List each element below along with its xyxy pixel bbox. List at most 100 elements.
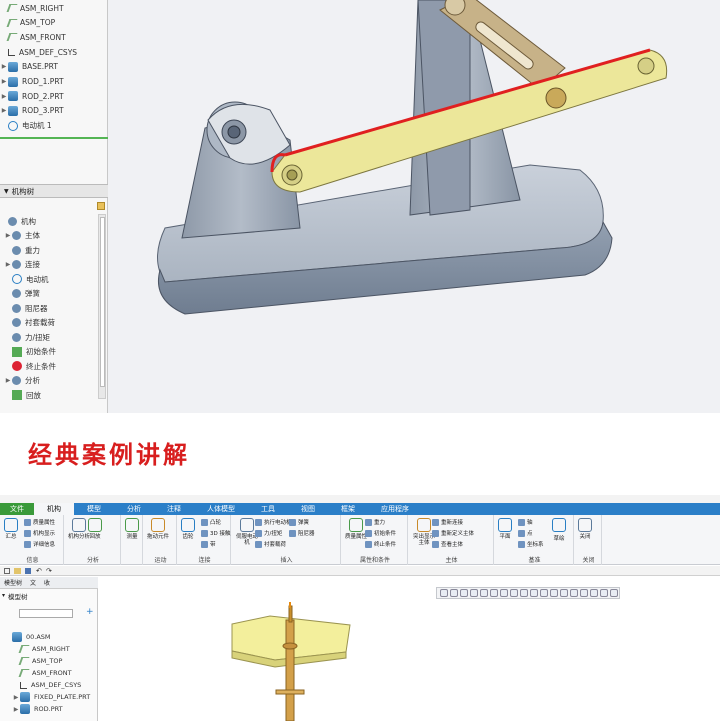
collapse-icon[interactable]: ▼ bbox=[4, 188, 9, 195]
ribbon-button[interactable]: 关闭 bbox=[578, 518, 592, 540]
ribbon-small-label: 阻尼器 bbox=[298, 531, 315, 537]
mechanism-tree-item[interactable]: ▶ 连接 bbox=[4, 258, 40, 272]
tab-7[interactable]: 视图 bbox=[288, 503, 328, 515]
mechanism-tree-item[interactable]: 弹簧 bbox=[4, 287, 40, 301]
ribbon-button-icon bbox=[151, 518, 165, 532]
ribbon-small-button[interactable]: 执行电动机 bbox=[255, 518, 292, 526]
ribbon-button[interactable]: 机构分析 bbox=[68, 518, 90, 540]
expand-arrow-icon[interactable]: ▶ bbox=[0, 93, 8, 100]
mechanism-tree-item[interactable]: 回放 bbox=[4, 388, 41, 402]
expand-arrow-icon[interactable]: ▶ bbox=[4, 232, 12, 239]
tree-item[interactable]: ASM_RIGHT bbox=[0, 1, 64, 15]
panel-tab[interactable]: 收 bbox=[40, 578, 54, 587]
tab-6[interactable]: 工具 bbox=[248, 503, 288, 515]
initial-condition-icon bbox=[12, 346, 22, 357]
mechanism-tree-item[interactable]: ▶ 分析 bbox=[4, 374, 40, 388]
expand-arrow-icon[interactable]: ▶ bbox=[4, 261, 12, 268]
mechanism-tree-item[interactable]: ▶ 主体 bbox=[4, 229, 40, 243]
ribbon-small-button[interactable]: 衬套载荷 bbox=[255, 540, 286, 548]
expand-arrow-icon[interactable]: ▶ bbox=[0, 63, 8, 70]
ribbon-small-button[interactable]: 查看主体 bbox=[432, 540, 463, 548]
ribbon-small-button[interactable]: 力/扭矩 bbox=[255, 529, 282, 537]
tree-item[interactable]: 电动机 1 bbox=[0, 119, 52, 133]
mechanism-tree-item[interactable]: 电动机 bbox=[4, 272, 49, 286]
panel-tab[interactable]: 模型树 bbox=[0, 578, 26, 587]
tab-9[interactable]: 应用程序 bbox=[368, 503, 422, 515]
ribbon-button[interactable]: 草绘 bbox=[552, 518, 566, 542]
mechanism-item-label: 分析 bbox=[25, 376, 40, 385]
tree-item[interactable]: ▶ ROD_2.PRT bbox=[0, 89, 64, 103]
mechanism-3d-viewport[interactable] bbox=[108, 0, 720, 413]
redo-icon[interactable]: ↷ bbox=[46, 567, 52, 575]
ribbon-button[interactable]: 汇总 bbox=[4, 518, 18, 540]
ribbon-small-button[interactable]: 终止条件 bbox=[365, 540, 396, 548]
ribbon-button[interactable]: 平面 bbox=[498, 518, 512, 540]
tree-item[interactable]: ▶ ROD_3.PRT bbox=[0, 104, 64, 118]
tree-scrollbar[interactable] bbox=[98, 214, 106, 399]
ribbon-group-label: 信息 bbox=[26, 557, 39, 564]
tab-4[interactable]: 注释 bbox=[154, 503, 194, 515]
new-icon[interactable] bbox=[4, 568, 10, 574]
tab-8[interactable]: 框架 bbox=[328, 503, 368, 515]
ribbon-small-button[interactable]: 点 bbox=[518, 529, 533, 537]
tab-3[interactable]: 分析 bbox=[114, 503, 154, 515]
tab-0[interactable]: 文件 bbox=[0, 503, 34, 515]
open-icon[interactable] bbox=[14, 568, 21, 574]
ribbon-button-label: 回放 bbox=[89, 534, 101, 540]
tree-item[interactable]: ▶ ROD.PRT bbox=[12, 702, 63, 716]
tree-item[interactable]: ASM_FRONT bbox=[0, 30, 66, 44]
tree-search-input[interactable] bbox=[19, 609, 73, 618]
part-icon bbox=[20, 692, 30, 702]
ribbon-small-icon bbox=[255, 540, 262, 548]
damper-icon bbox=[12, 303, 21, 313]
ribbon-small-label: 质量属性 bbox=[33, 520, 56, 526]
fixed-plate-viewport[interactable] bbox=[98, 577, 720, 721]
ribbon-small-button[interactable]: 弹簧 bbox=[289, 518, 309, 526]
mechanism-tree-item[interactable]: 力/扭矩 bbox=[4, 330, 50, 344]
ribbon-small-button[interactable]: 凸轮 bbox=[201, 518, 221, 526]
tree-item[interactable]: ASM_DEF_CSYS bbox=[0, 45, 77, 59]
mechanism-tree-item[interactable]: 初始条件 bbox=[4, 345, 56, 359]
ribbon-button[interactable]: 质量属性 bbox=[345, 518, 367, 540]
close-icon[interactable] bbox=[97, 202, 105, 210]
mechanism-tree-header[interactable]: ▼ 机构树 bbox=[0, 184, 108, 198]
add-icon[interactable]: + bbox=[86, 607, 94, 617]
ribbon-small-button[interactable]: 坐标系 bbox=[518, 540, 544, 548]
tree-item[interactable]: ▶ ROD_1.PRT bbox=[0, 75, 64, 89]
tree-item[interactable]: ASM_TOP bbox=[0, 16, 55, 30]
mechanism-tree-item[interactable]: 衬套载荷 bbox=[4, 316, 55, 330]
panel-tab[interactable]: 文 bbox=[26, 578, 40, 587]
mechanism-tree-item[interactable]: 机构 bbox=[0, 214, 36, 228]
expand-arrow-icon[interactable]: ▶ bbox=[4, 377, 12, 384]
ribbon-small-button[interactable]: 质量属性 bbox=[24, 518, 55, 526]
model-tree-settings-icon[interactable]: ▾ bbox=[2, 592, 5, 599]
expand-arrow-icon[interactable]: ▶ bbox=[12, 694, 20, 701]
ribbon-button[interactable]: 测量 bbox=[125, 518, 139, 540]
ribbon-small-button[interactable]: 机构显示 bbox=[24, 529, 55, 537]
ribbon-small-button[interactable]: 3D 接触 bbox=[201, 529, 230, 537]
ribbon-button[interactable]: 齿轮 bbox=[181, 518, 195, 540]
mechanism-tree-item[interactable]: 终止条件 bbox=[4, 359, 56, 373]
ribbon-small-button[interactable]: 重力 bbox=[365, 518, 385, 526]
tab-1[interactable]: 机构 bbox=[34, 503, 74, 515]
tab-5[interactable]: 人体模型 bbox=[194, 503, 248, 515]
ribbon-small-button[interactable]: 轴 bbox=[518, 518, 533, 526]
expand-arrow-icon[interactable]: ▶ bbox=[0, 78, 8, 85]
expand-arrow-icon[interactable]: ▶ bbox=[12, 706, 20, 713]
ribbon-button[interactable]: 拖动元件 bbox=[147, 518, 169, 540]
mechanism-tree-item[interactable]: 重力 bbox=[4, 243, 40, 257]
ribbon-small-button[interactable]: 详细信息 bbox=[24, 540, 55, 548]
ribbon-small-icon bbox=[432, 518, 439, 526]
undo-icon[interactable]: ↶ bbox=[36, 567, 42, 575]
ribbon-small-button[interactable]: 带 bbox=[201, 540, 216, 548]
save-icon[interactable] bbox=[25, 568, 31, 574]
ribbon-small-button[interactable]: 初始条件 bbox=[365, 529, 396, 537]
ribbon-small-button[interactable]: 重新定义主体 bbox=[432, 529, 474, 537]
ribbon-button[interactable]: 回放 bbox=[88, 518, 102, 540]
ribbon-small-button[interactable]: 重新连接 bbox=[432, 518, 463, 526]
tab-2[interactable]: 模型 bbox=[74, 503, 114, 515]
expand-arrow-icon[interactable]: ▶ bbox=[0, 107, 8, 114]
tree-item[interactable]: ▶ BASE.PRT bbox=[0, 60, 58, 74]
ribbon-small-button[interactable]: 阻尼器 bbox=[289, 529, 315, 537]
mechanism-tree-item[interactable]: 阻尼器 bbox=[4, 301, 48, 315]
